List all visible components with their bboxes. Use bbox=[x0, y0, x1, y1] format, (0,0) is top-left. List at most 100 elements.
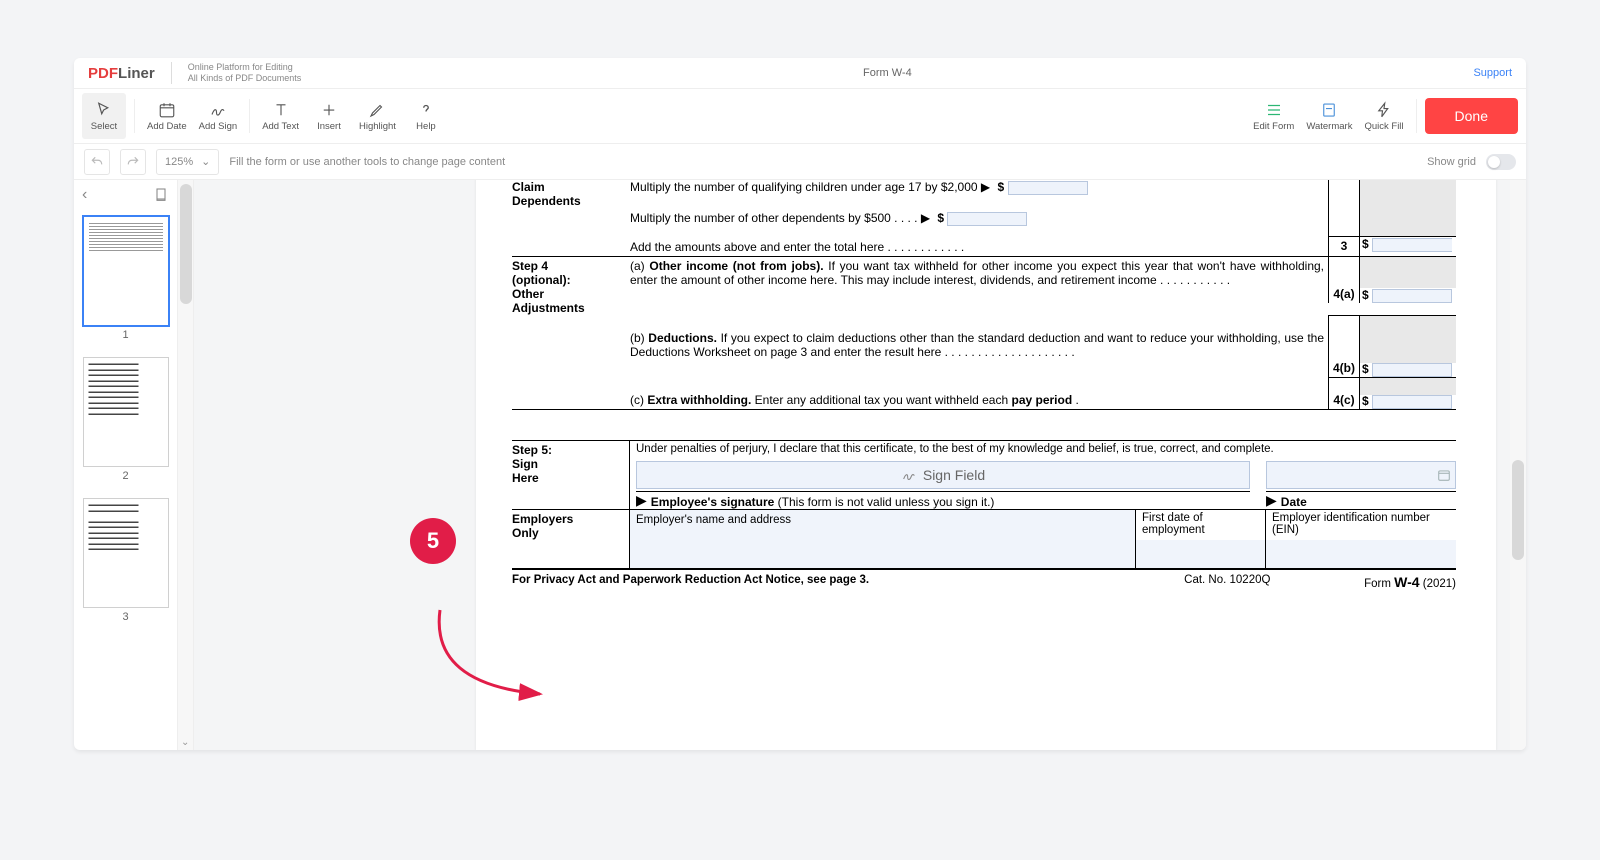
chevron-down-icon[interactable]: ⌄ bbox=[181, 737, 189, 748]
select-tool[interactable]: Select bbox=[82, 93, 126, 139]
insert-tool[interactable]: Insert bbox=[307, 93, 351, 139]
s4a-b: Other income (not from jobs). bbox=[649, 259, 823, 273]
logo-mark: PDFLiner bbox=[88, 65, 155, 82]
divider bbox=[1416, 99, 1417, 133]
field-3-total[interactable] bbox=[1372, 238, 1452, 252]
app-window: PDFLiner Online Platform for Editing All… bbox=[74, 58, 1526, 750]
sidebar-top: ‹ bbox=[74, 180, 177, 210]
canvas-area[interactable]: ClaimDependents Multiply the number of q… bbox=[194, 180, 1510, 750]
step3-label-2: Dependents bbox=[512, 194, 581, 208]
perjury-declaration: Under penalties of perjury, I declare th… bbox=[636, 443, 1456, 455]
main-scrollbar[interactable] bbox=[1510, 180, 1526, 750]
s4c-rest: Enter any additional tax you want withhe… bbox=[751, 393, 1011, 407]
step3-label-1: Claim bbox=[512, 180, 545, 194]
calendar-icon bbox=[158, 101, 176, 119]
step5-label-2: Sign bbox=[512, 457, 538, 471]
scrollbar-handle[interactable] bbox=[180, 184, 192, 304]
s4b-b: Deductions. bbox=[648, 331, 717, 345]
show-grid-label: Show grid bbox=[1427, 156, 1476, 168]
zoom-select[interactable]: 125% ⌄ bbox=[156, 149, 219, 175]
support-link[interactable]: Support bbox=[1473, 67, 1512, 79]
secondary-bar: 125% ⌄ Fill the form or use another tool… bbox=[74, 144, 1526, 180]
date-label: Date bbox=[1281, 495, 1307, 509]
divider bbox=[249, 99, 250, 133]
add-sign-tool[interactable]: Add Sign bbox=[195, 93, 242, 139]
hint-text: Fill the form or use another tools to ch… bbox=[229, 156, 505, 168]
field-4a[interactable] bbox=[1372, 289, 1452, 303]
add-date-tool[interactable]: Add Date bbox=[143, 93, 191, 139]
divider bbox=[134, 99, 135, 133]
undo-button[interactable] bbox=[84, 149, 110, 175]
emp-col3: Employer identification number (EIN) bbox=[1272, 512, 1430, 536]
document-title: Form W-4 bbox=[301, 67, 1473, 79]
step4-label-4: Adjustments bbox=[512, 301, 585, 315]
dollar-sign: $ bbox=[997, 180, 1004, 194]
dollar-sign: $ bbox=[937, 211, 944, 225]
question-icon bbox=[417, 101, 435, 119]
s4a-pre: (a) bbox=[630, 259, 649, 273]
scrollbar-handle[interactable] bbox=[1512, 460, 1524, 560]
field-3a[interactable] bbox=[1008, 181, 1088, 195]
s4b-rest: If you expect to claim deductions other … bbox=[630, 331, 1324, 359]
bolt-icon bbox=[1375, 101, 1393, 119]
s4c-b2: pay period bbox=[1012, 393, 1073, 407]
s4c-b: Extra withholding. bbox=[647, 393, 751, 407]
step4-label-3: Other bbox=[512, 287, 544, 301]
highlight-label: Highlight bbox=[359, 121, 396, 132]
highlighter-icon bbox=[368, 101, 386, 119]
s4c-rest2: . bbox=[1072, 393, 1079, 407]
watermark-label: Watermark bbox=[1306, 121, 1352, 132]
num-3: 3 bbox=[1341, 239, 1348, 253]
page-thumbnail-2[interactable]: ▬▬▬▬▬▬▬▬▬▬ ▬▬▬▬▬▬▬▬▬▬ ▬▬▬▬▬▬▬▬▬▬ ▬▬▬▬▬▬▬… bbox=[83, 357, 169, 467]
s4b-pre: (b) bbox=[630, 331, 648, 345]
emp-label-2: Only bbox=[512, 526, 539, 540]
step3-line-a: Multiply the number of qualifying childr… bbox=[630, 180, 990, 194]
footer-mid: Cat. No. 10220Q bbox=[1184, 574, 1364, 590]
pages-icon[interactable] bbox=[153, 187, 169, 203]
thumbnail-sidebar: ‹ 1 ▬▬▬▬▬▬▬▬▬▬ ▬▬▬▬▬▬▬▬▬▬ ▬▬▬▬▬▬▬▬▬▬ ▬▬▬… bbox=[74, 180, 178, 750]
sig-label-b: Employee's signature bbox=[651, 495, 775, 509]
dollar-sign: $ bbox=[1362, 362, 1369, 376]
field-4c[interactable] bbox=[1372, 395, 1452, 409]
main-toolbar: Select Add Date Add Sign Add Text Insert… bbox=[74, 88, 1526, 144]
date-field[interactable] bbox=[1266, 461, 1456, 489]
footer-r3: (2021) bbox=[1420, 578, 1456, 590]
quick-fill-tool[interactable]: Quick Fill bbox=[1360, 93, 1407, 139]
sidebar-scrollbar[interactable]: ⌄ bbox=[178, 180, 194, 750]
chevron-left-icon[interactable]: ‹ bbox=[82, 186, 87, 204]
tagline: Online Platform for Editing All Kinds of… bbox=[188, 62, 302, 84]
header-bar: PDFLiner Online Platform for Editing All… bbox=[74, 58, 1526, 88]
sign-field-label: Sign Field bbox=[923, 467, 985, 483]
callout-badge: 5 bbox=[410, 518, 456, 564]
body: ‹ 1 ▬▬▬▬▬▬▬▬▬▬ ▬▬▬▬▬▬▬▬▬▬ ▬▬▬▬▬▬▬▬▬▬ ▬▬▬… bbox=[74, 180, 1526, 750]
sig-label-rest: (This form is not valid unless you sign … bbox=[774, 495, 994, 509]
highlight-tool[interactable]: Highlight bbox=[355, 93, 400, 139]
zoom-value: 125% bbox=[165, 156, 193, 168]
field-3b[interactable] bbox=[947, 212, 1027, 226]
add-text-label: Add Text bbox=[262, 121, 299, 132]
add-text-tool[interactable]: Add Text bbox=[258, 93, 303, 139]
edit-form-tool[interactable]: Edit Form bbox=[1249, 93, 1298, 139]
footer-r1: Form bbox=[1364, 578, 1394, 590]
page-thumbnail-1[interactable] bbox=[83, 216, 169, 326]
sign-field[interactable]: Sign Field bbox=[636, 461, 1250, 489]
num-4b: 4(b) bbox=[1329, 359, 1359, 377]
step3-line-c: Add the amounts above and enter the tota… bbox=[630, 240, 964, 254]
cursor-icon bbox=[95, 101, 113, 119]
done-button[interactable]: Done bbox=[1425, 98, 1518, 134]
redo-button[interactable] bbox=[120, 149, 146, 175]
watermark-icon bbox=[1320, 101, 1338, 119]
step4-label-2: (optional): bbox=[512, 273, 571, 287]
page-thumbnail-3[interactable]: ▬▬▬▬▬▬▬▬▬▬ ▬▬▬▬▬▬▬▬▬▬▬▬▬▬▬▬▬▬▬▬ ▬▬▬▬▬▬▬▬… bbox=[83, 498, 169, 608]
select-label: Select bbox=[91, 121, 117, 132]
dollar-sign: $ bbox=[1362, 394, 1369, 408]
chevron-down-icon: ⌄ bbox=[201, 155, 210, 168]
field-4b[interactable] bbox=[1372, 363, 1452, 377]
watermark-tool[interactable]: Watermark bbox=[1302, 93, 1356, 139]
show-grid-toggle[interactable] bbox=[1486, 154, 1516, 170]
thumb-3-label: 3 bbox=[122, 611, 128, 623]
undo-icon bbox=[90, 155, 104, 169]
help-tool[interactable]: Help bbox=[404, 93, 448, 139]
insert-label: Insert bbox=[317, 121, 341, 132]
emp-col1: Employer's name and address bbox=[636, 514, 791, 526]
